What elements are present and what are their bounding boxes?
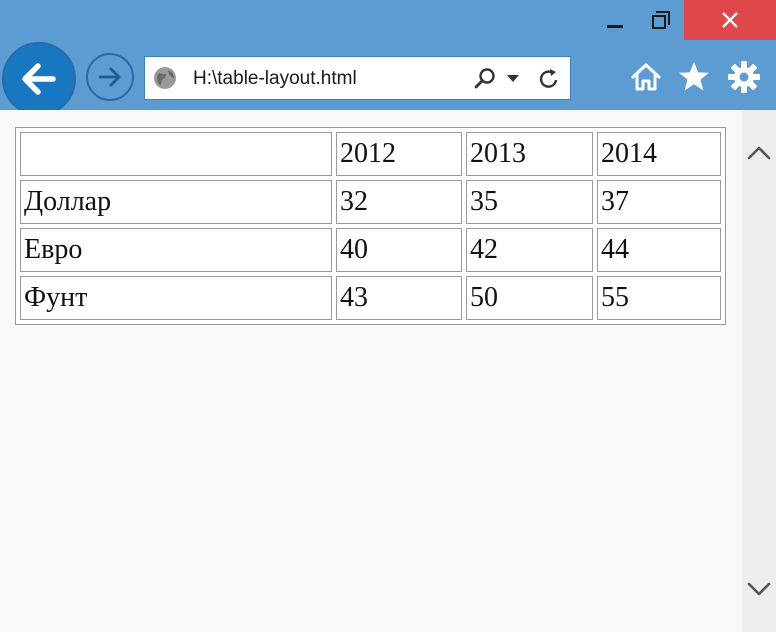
- table-cell: 44: [597, 228, 721, 272]
- page-content: 2012 2013 2014 Доллар 32 35 37 Евро 40 4…: [0, 110, 742, 632]
- header-cell: 2013: [466, 132, 593, 176]
- browser-window: H:\table-layout.html 2012 2013 2014 Долл…: [0, 0, 776, 632]
- search-icon[interactable]: [473, 67, 497, 91]
- minimize-button[interactable]: [592, 0, 638, 40]
- table-row: Фунт 43 50 55: [20, 276, 721, 320]
- table-row: Евро 40 42 44: [20, 228, 721, 272]
- table-header-row: 2012 2013 2014: [20, 132, 721, 176]
- chevron-up-icon[interactable]: [746, 140, 772, 166]
- forward-button[interactable]: [86, 53, 134, 101]
- table-cell: 42: [466, 228, 593, 272]
- chevron-down-icon[interactable]: [507, 75, 519, 82]
- header-cell: [20, 132, 332, 176]
- table-row: Доллар 32 35 37: [20, 180, 721, 224]
- gear-icon[interactable]: [727, 60, 761, 94]
- close-button[interactable]: [684, 0, 776, 40]
- window-controls: [592, 0, 776, 40]
- address-bar[interactable]: H:\table-layout.html: [144, 56, 571, 100]
- table-cell: 50: [466, 276, 593, 320]
- table-cell: 40: [336, 228, 462, 272]
- refresh-icon[interactable]: [537, 67, 561, 91]
- minimize-icon: [607, 24, 623, 28]
- back-button[interactable]: [2, 42, 76, 116]
- header-cell: 2012: [336, 132, 462, 176]
- vertical-scrollbar[interactable]: [742, 110, 776, 632]
- table-cell: 43: [336, 276, 462, 320]
- restore-button[interactable]: [638, 0, 684, 40]
- row-label-cell: Доллар: [20, 180, 332, 224]
- restore-icon: [652, 11, 670, 29]
- back-arrow-icon: [22, 63, 56, 95]
- table-cell: 35: [466, 180, 593, 224]
- header-cell: 2014: [597, 132, 721, 176]
- table-cell: 55: [597, 276, 721, 320]
- row-label-cell: Евро: [20, 228, 332, 272]
- globe-icon: [154, 67, 176, 89]
- table-cell: 32: [336, 180, 462, 224]
- row-label-cell: Фунт: [20, 276, 332, 320]
- home-icon[interactable]: [629, 60, 663, 94]
- chevron-down-icon[interactable]: [746, 576, 772, 602]
- table-cell: 37: [597, 180, 721, 224]
- browser-chrome: H:\table-layout.html: [0, 0, 776, 116]
- url-text[interactable]: H:\table-layout.html: [193, 68, 357, 90]
- currency-table: 2012 2013 2014 Доллар 32 35 37 Евро 40 4…: [15, 127, 726, 325]
- close-icon: [722, 12, 738, 28]
- star-icon[interactable]: [677, 60, 711, 94]
- forward-arrow-icon: [98, 67, 121, 87]
